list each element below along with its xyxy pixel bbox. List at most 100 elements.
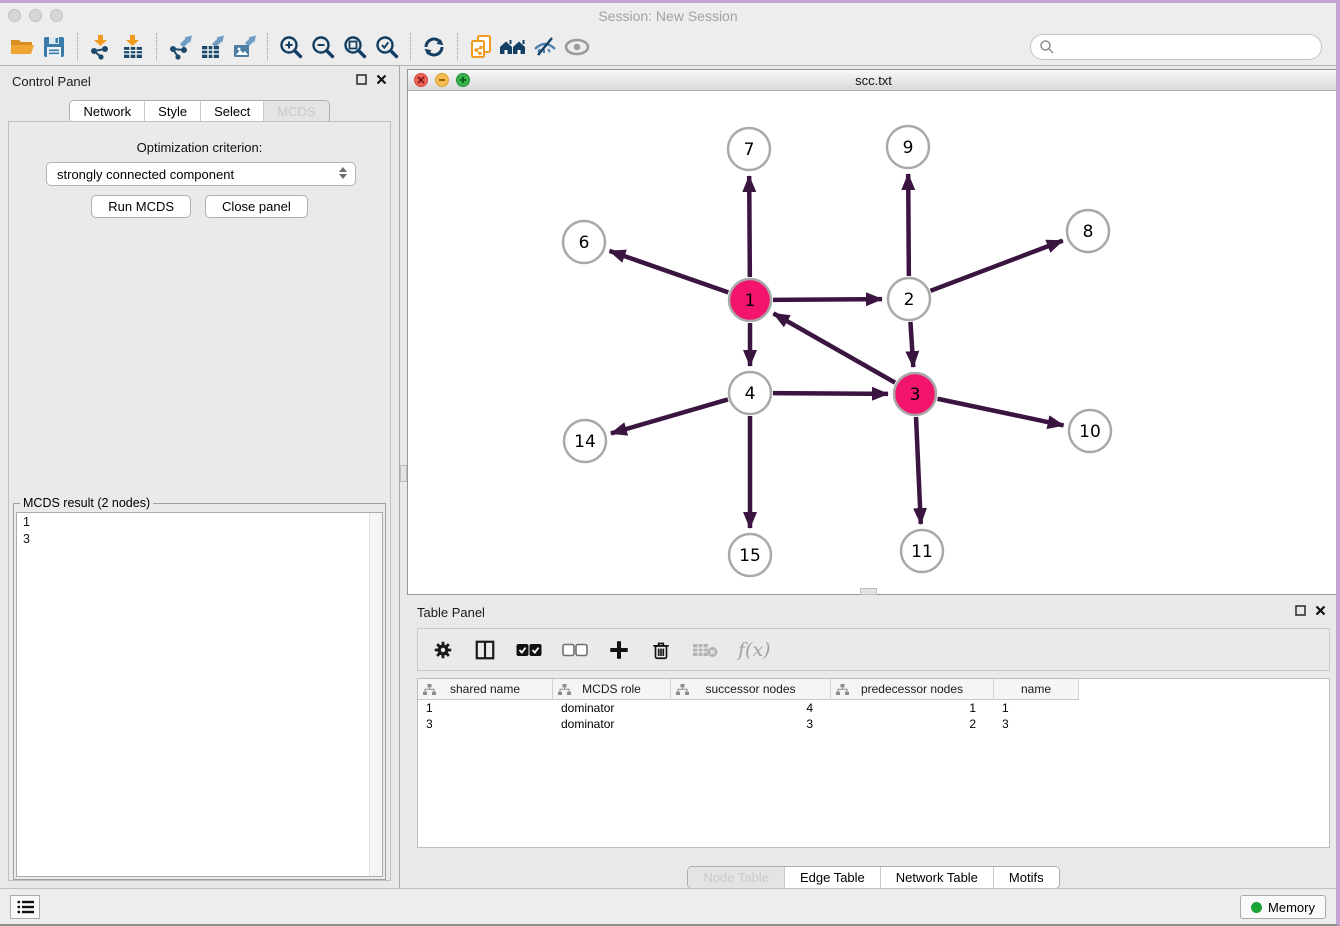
first-neighbors-button[interactable] (497, 32, 529, 62)
column-header-predecessor-nodes[interactable]: predecessor nodes (831, 679, 994, 700)
float-table-panel-icon[interactable] (1295, 605, 1306, 616)
column-settings-button[interactable] (432, 639, 454, 661)
cell-MCDS-role[interactable]: dominator (553, 716, 671, 732)
add-row-button[interactable] (608, 639, 630, 661)
cell-shared-name[interactable]: 3 (418, 716, 553, 732)
graph-edge-3-10[interactable] (938, 399, 1064, 426)
eye-icon (563, 34, 591, 60)
close-table-panel-icon[interactable] (1315, 605, 1326, 616)
refresh-view-button[interactable] (418, 32, 450, 62)
svg-text:9: 9 (903, 138, 914, 158)
graph-node-7[interactable]: 7 (728, 128, 770, 170)
dropdown-stepper-icon (339, 167, 347, 179)
export-image-button[interactable] (228, 32, 260, 62)
graph-node-9[interactable]: 9 (887, 126, 929, 168)
svg-text:3: 3 (910, 385, 921, 405)
splitter-grip-vertical[interactable] (400, 465, 407, 482)
hide-selected-button[interactable] (529, 32, 561, 62)
graph-node-2[interactable]: 2 (888, 278, 930, 320)
import-network-button[interactable] (85, 32, 117, 62)
graph-node-1[interactable]: 1 (729, 279, 771, 321)
tab-network-table[interactable]: Network Table (880, 867, 993, 888)
clone-network-button[interactable] (465, 32, 497, 62)
graph-node-3[interactable]: 3 (894, 373, 936, 415)
float-panel-icon[interactable] (356, 74, 367, 85)
show-all-button[interactable] (561, 32, 593, 62)
search-input[interactable] (1055, 39, 1313, 54)
delete-table-button[interactable] (692, 641, 718, 659)
open-session-button[interactable] (6, 32, 38, 62)
graph-edge-4-14[interactable] (611, 399, 728, 433)
zoom-fit-icon (342, 34, 368, 60)
graph-node-14[interactable]: 14 (564, 420, 606, 462)
graph-edge-3-11[interactable] (916, 417, 921, 524)
column-header-shared-name[interactable]: shared name (418, 679, 553, 700)
close-panel-icon[interactable] (376, 74, 387, 85)
cell-shared-name[interactable]: 1 (418, 700, 553, 716)
close-panel-button[interactable]: Close panel (205, 195, 308, 218)
graph-edge-2-8[interactable] (931, 241, 1063, 291)
cell-predecessor-nodes[interactable]: 2 (831, 716, 994, 732)
table-row[interactable]: 1dominator411 (418, 700, 1329, 716)
tab-mcds[interactable]: MCDS (263, 101, 328, 122)
gear-icon (432, 639, 454, 661)
task-history-button[interactable] (10, 895, 40, 919)
network-window-titlebar[interactable]: scc.txt (408, 70, 1339, 91)
select-all-columns-button[interactable] (516, 643, 542, 657)
table-panel-header: Table Panel (407, 603, 1340, 623)
tab-select[interactable]: Select (200, 101, 263, 122)
graph-edge-3-1[interactable] (773, 313, 895, 382)
result-scrollbar[interactable] (369, 513, 382, 876)
graph-node-8[interactable]: 8 (1067, 210, 1109, 252)
import-table-button[interactable] (117, 32, 149, 62)
zoom-selected-button[interactable] (371, 32, 403, 62)
trash-icon (650, 639, 672, 661)
tab-edge-table[interactable]: Edge Table (784, 867, 880, 888)
export-network-button[interactable] (164, 32, 196, 62)
graph-edge-1-7[interactable] (749, 176, 750, 277)
zoom-in-button[interactable] (275, 32, 307, 62)
tab-motifs[interactable]: Motifs (993, 867, 1059, 888)
graph-node-6[interactable]: 6 (563, 221, 605, 263)
delete-row-button[interactable] (650, 639, 672, 661)
export-table-button[interactable] (196, 32, 228, 62)
graph-edge-1-6[interactable] (609, 251, 728, 293)
memory-status-icon (1251, 902, 1262, 913)
run-mcds-button[interactable]: Run MCDS (91, 195, 191, 218)
cell-name[interactable]: 1 (994, 700, 1079, 716)
graph-node-4[interactable]: 4 (729, 372, 771, 414)
export-network-icon (167, 34, 193, 60)
tab-network[interactable]: Network (70, 101, 144, 122)
save-session-button[interactable] (38, 32, 70, 62)
cell-name[interactable]: 3 (994, 716, 1079, 732)
column-header-successor-nodes[interactable]: successor nodes (671, 679, 831, 700)
graph-edge-1-2[interactable] (773, 299, 882, 300)
criterion-dropdown[interactable]: strongly connected component (46, 162, 356, 186)
zoom-out-icon (310, 34, 336, 60)
zoom-fit-button[interactable] (339, 32, 371, 62)
tab-node-table[interactable]: Node Table (688, 867, 784, 888)
deselect-all-columns-button[interactable] (562, 643, 588, 657)
show-columns-button[interactable] (474, 639, 496, 661)
graph-node-11[interactable]: 11 (901, 530, 943, 572)
memory-button[interactable]: Memory (1240, 895, 1326, 919)
graph-node-15[interactable]: 15 (729, 534, 771, 576)
graph-node-10[interactable]: 10 (1069, 410, 1111, 452)
splitter-grip-horizontal[interactable] (860, 588, 877, 595)
graph-edge-2-9[interactable] (908, 174, 909, 276)
graph-edge-2-3[interactable] (910, 322, 913, 367)
tab-style[interactable]: Style (144, 101, 200, 122)
network-canvas[interactable]: 7 9 6 8 1 2 4 3 14 10 15 11 (408, 91, 1339, 593)
cell-predecessor-nodes[interactable]: 1 (831, 700, 994, 716)
zoom-out-button[interactable] (307, 32, 339, 62)
column-header-MCDS-role[interactable]: MCDS role (553, 679, 671, 700)
graph-edge-4-3[interactable] (773, 393, 888, 394)
table-row[interactable]: 3dominator323 (418, 716, 1329, 732)
apply-function-button[interactable]: f(x) (738, 639, 771, 661)
cell-successor-nodes[interactable]: 4 (671, 700, 831, 716)
cell-MCDS-role[interactable]: dominator (553, 700, 671, 716)
criterion-value: strongly connected component (57, 167, 234, 182)
cell-successor-nodes[interactable]: 3 (671, 716, 831, 732)
main-toolbar (0, 28, 1336, 66)
column-header-name[interactable]: name (994, 679, 1079, 700)
